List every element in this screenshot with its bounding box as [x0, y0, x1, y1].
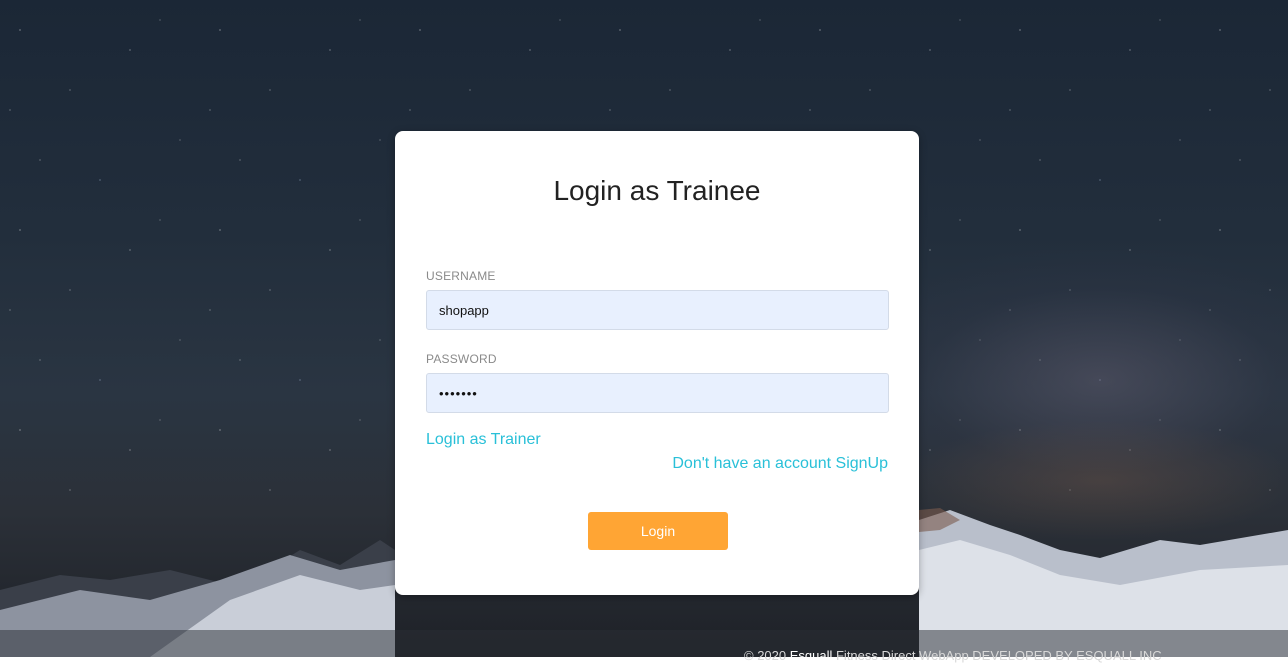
password-label: PASSWORD	[426, 352, 497, 366]
page-title: Login as Trainee	[553, 175, 761, 206]
username-input[interactable]	[426, 290, 889, 330]
footer: © 2020 Esquall Fitness Direct WebApp DEV…	[744, 648, 1162, 663]
username-label: USERNAME	[426, 269, 496, 283]
signup-link[interactable]: Don't have an account SignUp	[672, 455, 888, 473]
login-as-trainer-link[interactable]: Login as Trainer	[426, 431, 541, 449]
password-input[interactable]	[426, 373, 889, 413]
footer-copyright: © 2020	[744, 648, 790, 663]
footer-text: Fitness Direct WebApp DEVELOPED BY ESQUA…	[832, 648, 1162, 663]
footer-brand-link[interactable]: Esquall	[790, 648, 833, 663]
login-button[interactable]: Login	[588, 512, 728, 550]
login-card: Login as Trainee USERNAME PASSWORD Login…	[395, 131, 919, 595]
